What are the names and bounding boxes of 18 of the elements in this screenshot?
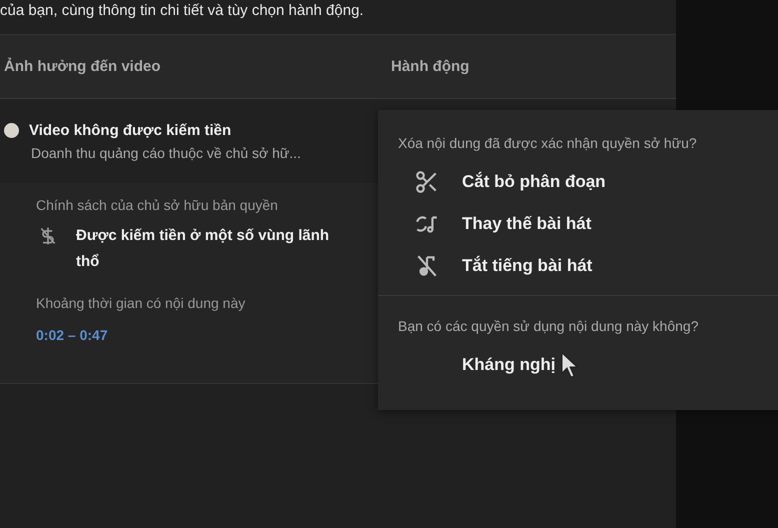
policy-label: Chính sách của chủ sở hữu bản quyền (36, 197, 279, 213)
menu-item[interactable]: Kháng nghị (378, 344, 778, 386)
intro-text: của bạn, cùng thông tin chi tiết và tùy chọn hành động. (0, 2, 364, 19)
mouse-cursor-icon (561, 352, 579, 378)
menu-item[interactable]: Cắt bỏ phân đoạn (378, 161, 778, 203)
policy-text: Được kiếm tiền ở một số vùng lãnh thổ (76, 226, 330, 272)
menu-item[interactable]: Tắt tiếng bài hát (378, 245, 778, 287)
column-header: Ảnh hưởng đến video (4, 58, 162, 75)
claim-subtitle: Doanh thu quảng cáo thuộc về chủ sở hữ... (30, 145, 302, 161)
claim-title: Video không được kiếm tiền (29, 122, 232, 139)
column-header: Hành động (391, 58, 470, 75)
menu-item[interactable]: Thay thế bài hát (378, 203, 778, 245)
menu-heading: Xóa nội dung đã được xác nhận quyền sở hữu? (397, 135, 698, 151)
time-range: 0:02 – 0:47 (36, 327, 109, 343)
menu-heading: Bạn có các quyền sử dụng nội dung này không? (397, 318, 700, 334)
status-dot (4, 123, 19, 138)
range-label: Khoảng thời gian có nội dung này (36, 295, 246, 311)
dollar-off-icon (38, 226, 58, 246)
